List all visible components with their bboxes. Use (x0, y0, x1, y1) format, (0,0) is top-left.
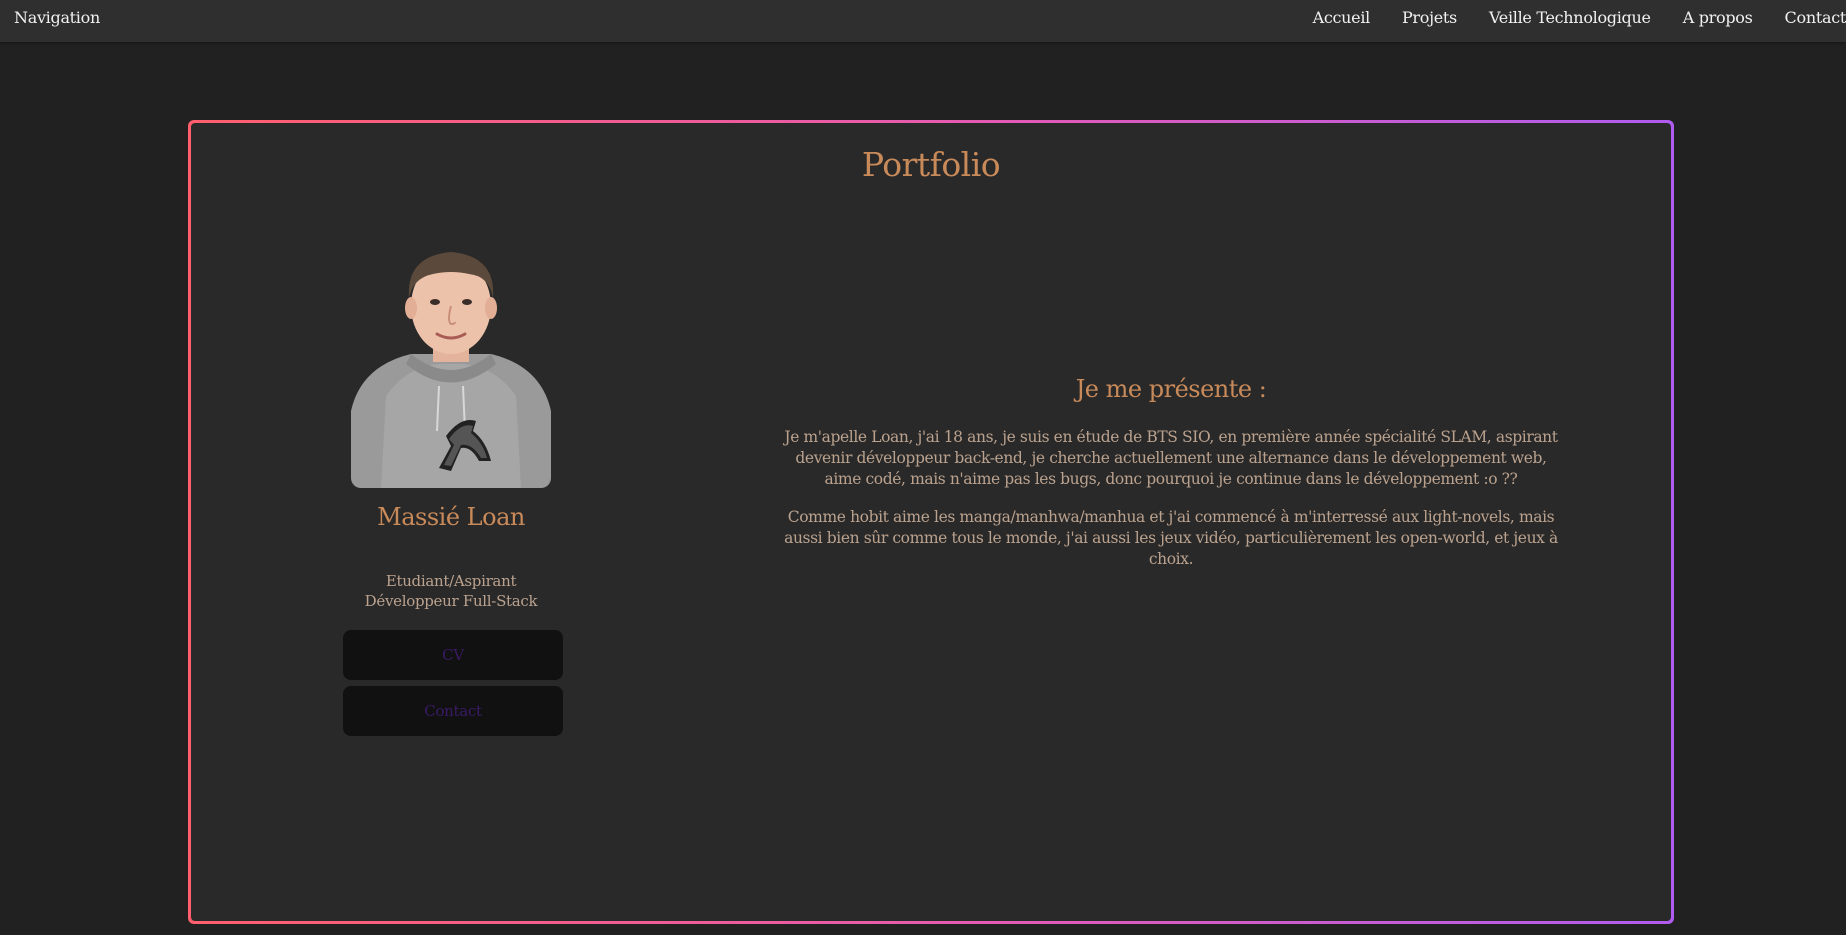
profile-role-line-2: Développeur Full-Stack (364, 592, 538, 610)
profile-role-line-1: Etudiant/Aspirant (385, 572, 517, 590)
nav-link-projets[interactable]: Projets (1402, 8, 1457, 27)
cv-button[interactable]: CV (343, 630, 563, 680)
profile-name: Massié Loan (377, 503, 525, 531)
intro-paragraph-2: Comme hobit aime les manga/manhwa/manhua… (784, 508, 1558, 568)
nav-link-contact[interactable]: Contact (1785, 8, 1846, 27)
nav-links: Accueil Projets Veille Technologique A p… (1281, 8, 1846, 27)
profile-role: Etudiant/Aspirant Développeur Full-Stack (311, 571, 591, 611)
intro-paragraph-1: Je m'apelle Loan, j'ai 18 ans, je suis e… (784, 428, 1558, 488)
page-title: Portfolio (861, 145, 1001, 184)
nav-link-veille-technologique[interactable]: Veille Technologique (1489, 8, 1651, 27)
profile-photo (351, 236, 551, 488)
contact-button[interactable]: Contact (343, 686, 563, 736)
top-navbar: Navigation Accueil Projets Veille Techno… (0, 0, 1846, 42)
portfolio-card-border: Portfolio Massié Loan Etudiant/Aspirant … (188, 120, 1674, 924)
portfolio-card: Portfolio Massié Loan Etudiant/Aspirant … (191, 123, 1671, 921)
nav-link-accueil[interactable]: Accueil (1313, 8, 1371, 27)
intro-heading: Je me présente : (1075, 375, 1267, 403)
nav-link-a-propos[interactable]: A propos (1683, 8, 1753, 27)
navbar-brand[interactable]: Navigation (14, 8, 100, 27)
